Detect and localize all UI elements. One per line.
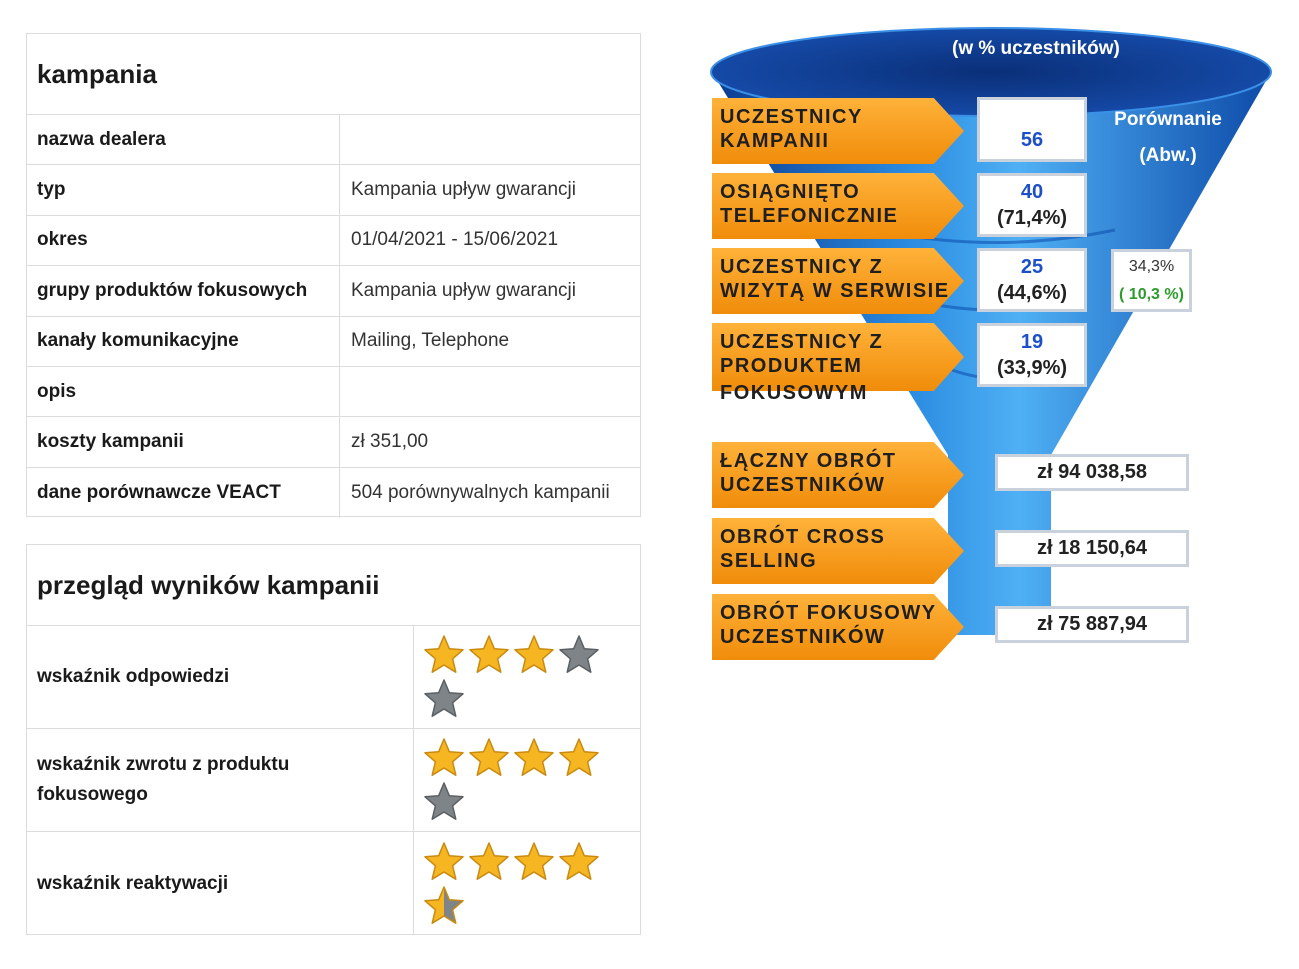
star-filled-icon — [559, 738, 599, 776]
table-row: grupy produktów fokusowych Kampania upły… — [27, 266, 640, 317]
total-value-box: zł 18 150,64 — [995, 530, 1189, 567]
stage-percent: (33,9%) — [996, 357, 1068, 379]
comparison-value: 34,3% — [1128, 257, 1175, 275]
total-label-line: OBRÓT FOKUSOWY — [720, 602, 937, 624]
star-half-icon — [424, 885, 464, 924]
row-value: Mailing, Telephone — [351, 330, 510, 352]
row-value: Kampania upływ gwarancji — [351, 179, 576, 201]
table-row: okres 01/04/2021 - 15/06/2021 — [27, 215, 640, 267]
stage-value-box: 25 (44,6%) — [977, 248, 1087, 312]
campaign-title: kampania — [27, 34, 640, 115]
stage-value-box: 40 (71,4%) — [977, 173, 1087, 237]
stage-label-line: WIZYTĄ W SERWISIE — [720, 280, 950, 302]
row-label: dane porównawcze VEACT — [27, 467, 340, 519]
stage-label-line: TELEFONICZNIE — [720, 205, 899, 227]
star-filled-icon — [424, 841, 464, 880]
row-value: Kampania upływ gwarancji — [351, 279, 576, 301]
star-filled-icon — [424, 635, 464, 673]
stage-label-line: OSIĄGNIĘTO — [720, 181, 861, 203]
total-label-line: SELLING — [720, 550, 818, 572]
comparison-delta: ( 10,3 %) — [1119, 285, 1184, 303]
stage-label-line: PRODUKTEM — [720, 355, 863, 377]
star-rating — [422, 736, 612, 824]
table-row: opis — [27, 366, 640, 418]
total-label-line: UCZESTNIKÓW — [720, 474, 886, 496]
stage-count: 25 — [1020, 256, 1044, 278]
compare-label-line: Porównanie — [1114, 109, 1222, 130]
comparison-box: 34,3% ( 10,3 %) — [1111, 249, 1192, 312]
row-label: okres — [27, 215, 340, 266]
total-label-line: ŁĄCZNY OBRÓT — [720, 450, 897, 472]
row-label: koszty kampanii — [27, 417, 340, 467]
star-filled-icon — [469, 841, 509, 880]
row-value: 504 porównywalnych kampanii — [351, 481, 610, 503]
stage-label-overflow: FOKUSOWYM — [720, 382, 868, 404]
funnel-total-label: OBRÓT CROSS SELLING — [712, 518, 964, 584]
funnel-total-label: OBRÓT FOKUSOWY UCZESTNIKÓW — [712, 594, 964, 660]
star-filled-icon — [514, 738, 554, 776]
rating-cell — [414, 729, 640, 831]
table-row: kanały komunikacyjne Mailing, Telephone — [27, 316, 640, 367]
table-row: typ Kampania upływ gwarancji — [27, 165, 640, 216]
total-label-line: OBRÓT CROSS — [720, 526, 886, 548]
row-label: nazwa dealera — [27, 115, 340, 165]
rating-label: wskaźnik reaktywacji — [27, 832, 414, 935]
row-value — [340, 367, 640, 416]
star-filled-icon — [514, 635, 554, 673]
star-empty-icon — [424, 679, 464, 717]
funnel-total-label: ŁĄCZNY OBRÓT UCZESTNIKÓW — [712, 442, 964, 508]
compare-label: Porównanie (Abw.) — [1103, 102, 1233, 174]
stage-count: 19 — [1020, 331, 1044, 353]
star-filled-icon — [469, 635, 509, 673]
rating-cell — [414, 832, 640, 935]
compare-label-line: (Abw.) — [1139, 145, 1197, 166]
rating-cell — [414, 626, 640, 728]
star-rating — [422, 633, 612, 721]
rating-label: wskaźnik odpowiedzi — [27, 626, 414, 728]
total-value-box: zł 75 887,94 — [995, 606, 1189, 643]
stage-percent: (71,4%) — [996, 207, 1068, 229]
table-row: dane porównawcze VEACT 504 porównywalnyc… — [27, 467, 640, 519]
stage-count: 40 — [1020, 181, 1044, 203]
row-label: opis — [27, 366, 340, 417]
total-label-line: UCZESTNIKÓW — [720, 626, 886, 648]
row-label: grupy produktów fokusowych — [27, 266, 340, 316]
review-panel: przegląd wyników kampanii wskaźnik odpow… — [26, 544, 641, 935]
stage-count: 56 — [1020, 128, 1044, 151]
row-value: zł 351,00 — [351, 431, 429, 453]
star-rating — [422, 840, 612, 928]
star-filled-icon — [424, 738, 464, 776]
row-label: kanały komunikacyjne — [27, 316, 340, 366]
star-empty-icon — [559, 635, 599, 673]
rating-label: wskaźnik zwrotu z produktu fokusowego — [27, 729, 414, 831]
funnel-stage-label: OSIĄGNIĘTO TELEFONICZNIE — [712, 173, 964, 239]
funnel-stage-label: UCZESTNICY KAMPANII — [712, 98, 964, 164]
campaign-panel: kampania nazwa dealera typ Kampania upły… — [26, 33, 641, 519]
row-label: typ — [27, 165, 340, 215]
star-filled-icon — [469, 738, 509, 776]
funnel-stage-label: UCZESTNICY Z WIZYTĄ W SERWISIE — [712, 248, 964, 314]
row-value: 01/04/2021 - 15/06/2021 — [351, 229, 559, 251]
star-filled-icon — [514, 841, 554, 880]
stage-label-line: UCZESTNICY Z — [720, 331, 884, 353]
stage-label-line: UCZESTNICY — [720, 106, 863, 128]
review-title: przegląd wyników kampanii — [27, 545, 640, 626]
table-row: wskaźnik zwrotu z produktu fokusowego — [27, 729, 640, 832]
stage-value-box: 19 (33,9%) — [977, 323, 1087, 387]
star-empty-icon — [424, 782, 464, 820]
funnel-header: (w % uczestników) — [952, 38, 1120, 59]
table-row: koszty kampanii zł 351,00 — [27, 417, 640, 468]
stage-value-box: 56 — [977, 97, 1087, 162]
stage-label-line: UCZESTNICY Z — [720, 256, 884, 278]
table-row: nazwa dealera — [27, 115, 640, 166]
stage-percent: (44,6%) — [996, 282, 1068, 304]
stage-label-line: KAMPANII — [720, 130, 830, 152]
star-filled-icon — [559, 841, 599, 880]
table-row: wskaźnik reaktywacji — [27, 832, 640, 935]
row-value — [340, 115, 640, 164]
total-value-box: zł 94 038,58 — [995, 454, 1189, 491]
table-row: wskaźnik odpowiedzi — [27, 626, 640, 729]
